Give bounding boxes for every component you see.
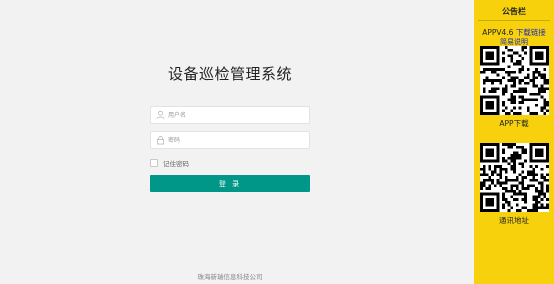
username-input[interactable] bbox=[168, 107, 308, 123]
version-text: APPV4.6 bbox=[482, 28, 516, 37]
contact-address-caption: 通讯地址 bbox=[499, 216, 529, 225]
notice-sidebar: 公告栏 APPV4.6 下载链接 简易说明 APP下载 通讯地址 bbox=[474, 0, 554, 284]
qr-code-icon bbox=[480, 143, 549, 212]
username-field[interactable] bbox=[150, 106, 310, 124]
login-panel: 设备巡检管理系统 记住密码 登 录 珠海新瑞信息科技公司 bbox=[0, 0, 474, 284]
user-icon bbox=[156, 110, 165, 120]
sidebar-divider bbox=[478, 20, 550, 21]
remember-checkbox[interactable] bbox=[150, 159, 158, 167]
app-qr-code bbox=[480, 46, 549, 115]
app-download-caption: APP下载 bbox=[499, 119, 529, 128]
download-link[interactable]: 下载链接 bbox=[516, 28, 546, 37]
qr-code-icon bbox=[480, 46, 549, 115]
contact-qr-code bbox=[480, 143, 549, 212]
password-field[interactable] bbox=[150, 131, 310, 149]
remember-label: 记住密码 bbox=[163, 160, 189, 168]
company-footer: 珠海新瑞信息科技公司 bbox=[197, 273, 263, 281]
lock-icon bbox=[156, 136, 165, 145]
remember-password[interactable]: 记住密码 bbox=[150, 158, 189, 168]
sidebar-heading: 公告栏 bbox=[502, 7, 526, 16]
page-title: 设备巡检管理系统 bbox=[167, 65, 292, 83]
password-input[interactable] bbox=[168, 132, 308, 148]
login-button[interactable]: 登 录 bbox=[150, 175, 310, 192]
